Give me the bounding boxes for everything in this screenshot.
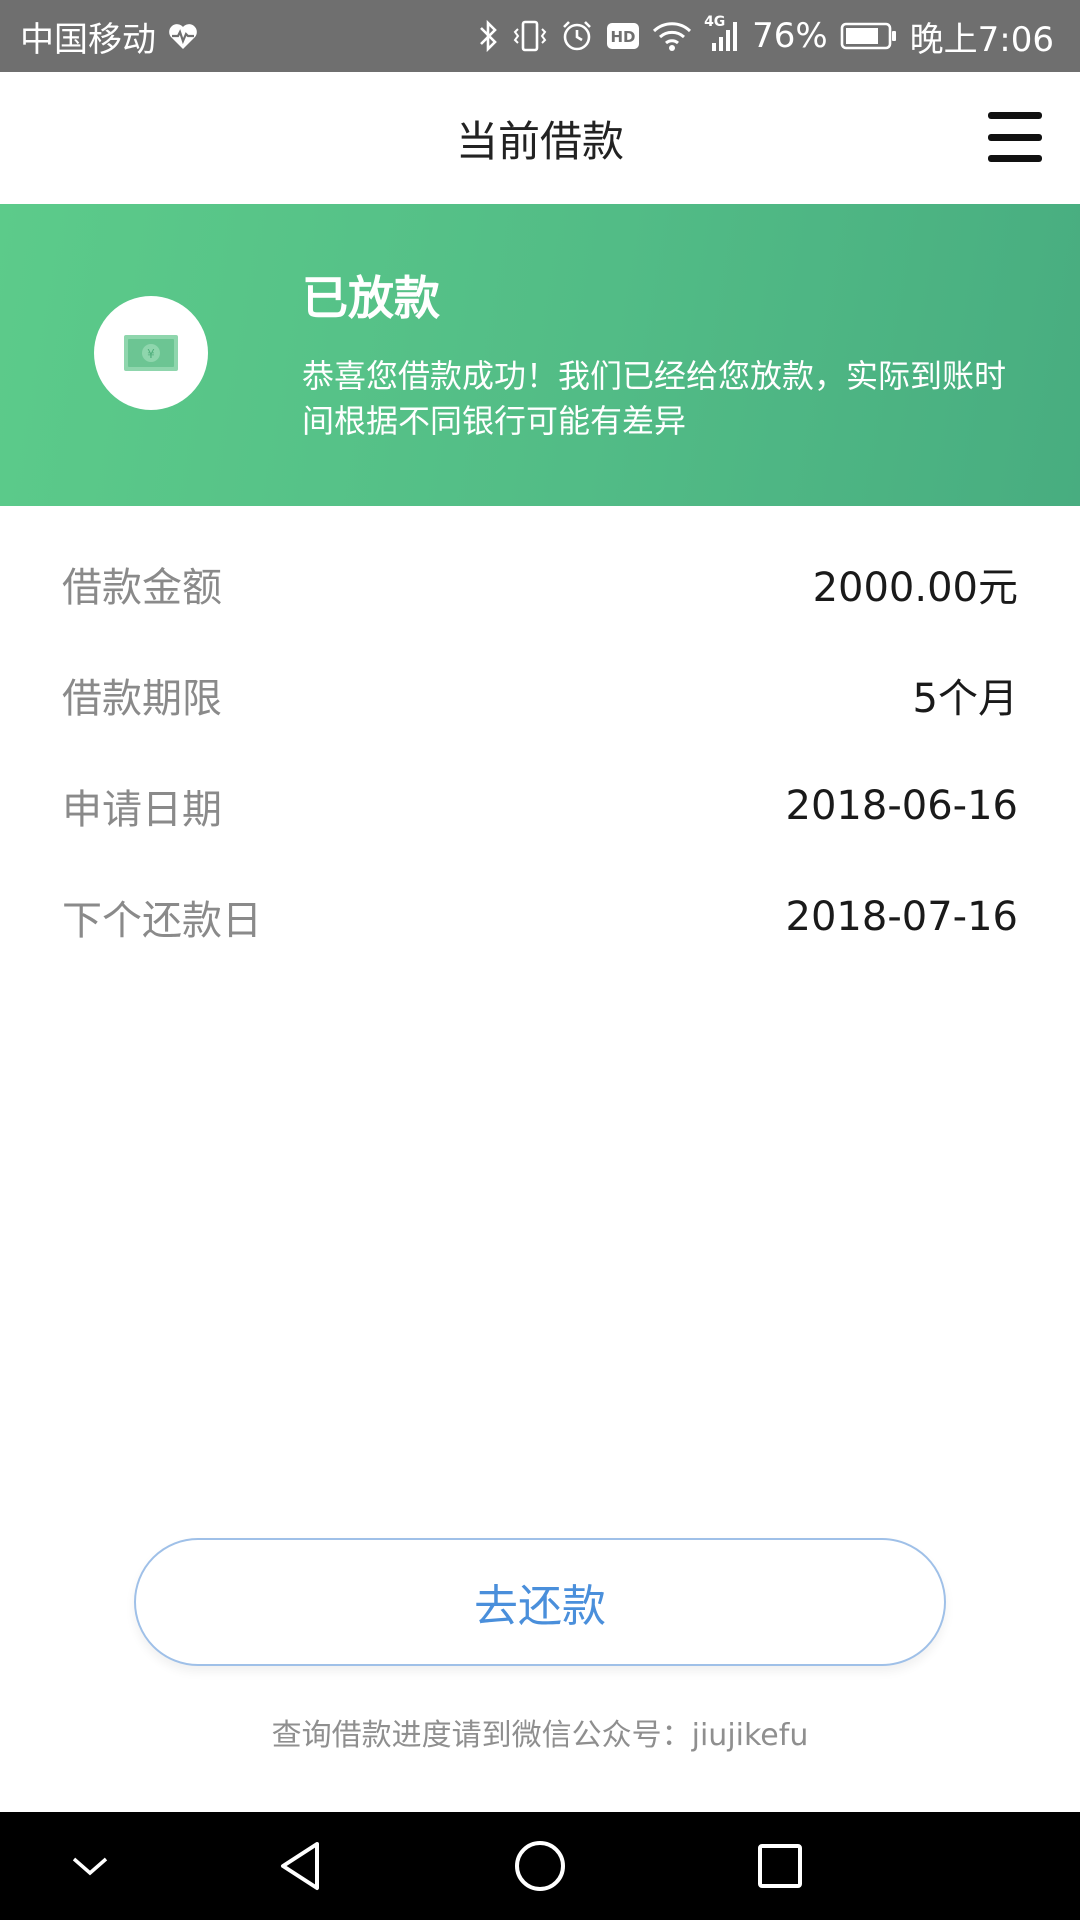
menu-line <box>988 155 1042 162</box>
clock: 晚上7:06 <box>909 19 1054 60</box>
application-date-value: 2018-06-16 <box>785 782 1018 829</box>
loan-amount-row: 借款金额 2000.00元 <box>0 528 1080 639</box>
loan-term-row: 借款期限 5个月 <box>0 639 1080 750</box>
next-repayment-value: 2018-07-16 <box>785 893 1018 940</box>
menu-line <box>988 112 1042 119</box>
money-bill-icon: ¥ <box>94 296 208 410</box>
hamburger-menu-icon[interactable] <box>988 112 1042 162</box>
app-header: 当前借款 <box>0 72 1080 204</box>
hd-icon: HD <box>606 16 640 56</box>
wifi-icon <box>652 16 692 56</box>
navigation-bar <box>0 1812 1080 1920</box>
repay-button[interactable]: 去还款 <box>134 1538 946 1666</box>
svg-text:HD: HD <box>611 28 636 46</box>
carrier-name: 中国移动 <box>20 19 156 60</box>
loan-status-title: 已放款 <box>302 271 440 325</box>
home-icon[interactable] <box>480 1812 600 1920</box>
loan-amount-value: 2000.00元 <box>812 564 1018 611</box>
battery-percent: 76% <box>752 16 828 56</box>
application-date-label: 申请日期 <box>62 786 222 833</box>
page-title: 当前借款 <box>455 116 624 166</box>
network-type: 4G <box>704 14 726 30</box>
recents-icon[interactable] <box>720 1812 840 1920</box>
back-icon[interactable] <box>240 1812 360 1920</box>
heart-rate-icon <box>168 16 198 56</box>
collapse-icon[interactable] <box>30 1812 150 1920</box>
battery-icon <box>840 16 898 56</box>
menu-line <box>988 133 1042 141</box>
signal-icon: 4G <box>704 14 740 56</box>
next-repayment-label: 下个还款日 <box>62 897 262 944</box>
alarm-icon <box>560 16 594 56</box>
loan-amount-label: 借款金额 <box>62 564 222 611</box>
bluetooth-icon <box>478 16 500 56</box>
status-bar-right: HD 4G 76% 晚上7:06 <box>478 12 1054 61</box>
application-date-row: 申请日期 2018-06-16 <box>0 750 1080 861</box>
loan-term-label: 借款期限 <box>62 675 222 722</box>
footer-note: 查询借款进度请到微信公众号：jiujikefu <box>271 1718 809 1753</box>
loan-status-message: 恭喜您借款成功！我们已经给您放款，实际到账时间根据不同银行可能有差异 <box>302 357 1007 440</box>
loan-term-value: 5个月 <box>912 675 1018 722</box>
vibrate-icon <box>512 16 548 56</box>
status-bar: 中国移动 HD 4G 76% 晚上7:06 <box>0 0 1080 72</box>
next-repayment-row: 下个还款日 2018-07-16 <box>0 861 1080 972</box>
svg-text:¥: ¥ <box>147 347 155 361</box>
status-bar-left: 中国移动 <box>20 12 198 61</box>
loan-details-list: 借款金额 2000.00元 借款期限 5个月 申请日期 2018-06-16 下… <box>0 528 1080 972</box>
loan-status-banner: ¥ 已放款 恭喜您借款成功！我们已经给您放款，实际到账时间根据不同银行可能有差异 <box>0 204 1080 506</box>
